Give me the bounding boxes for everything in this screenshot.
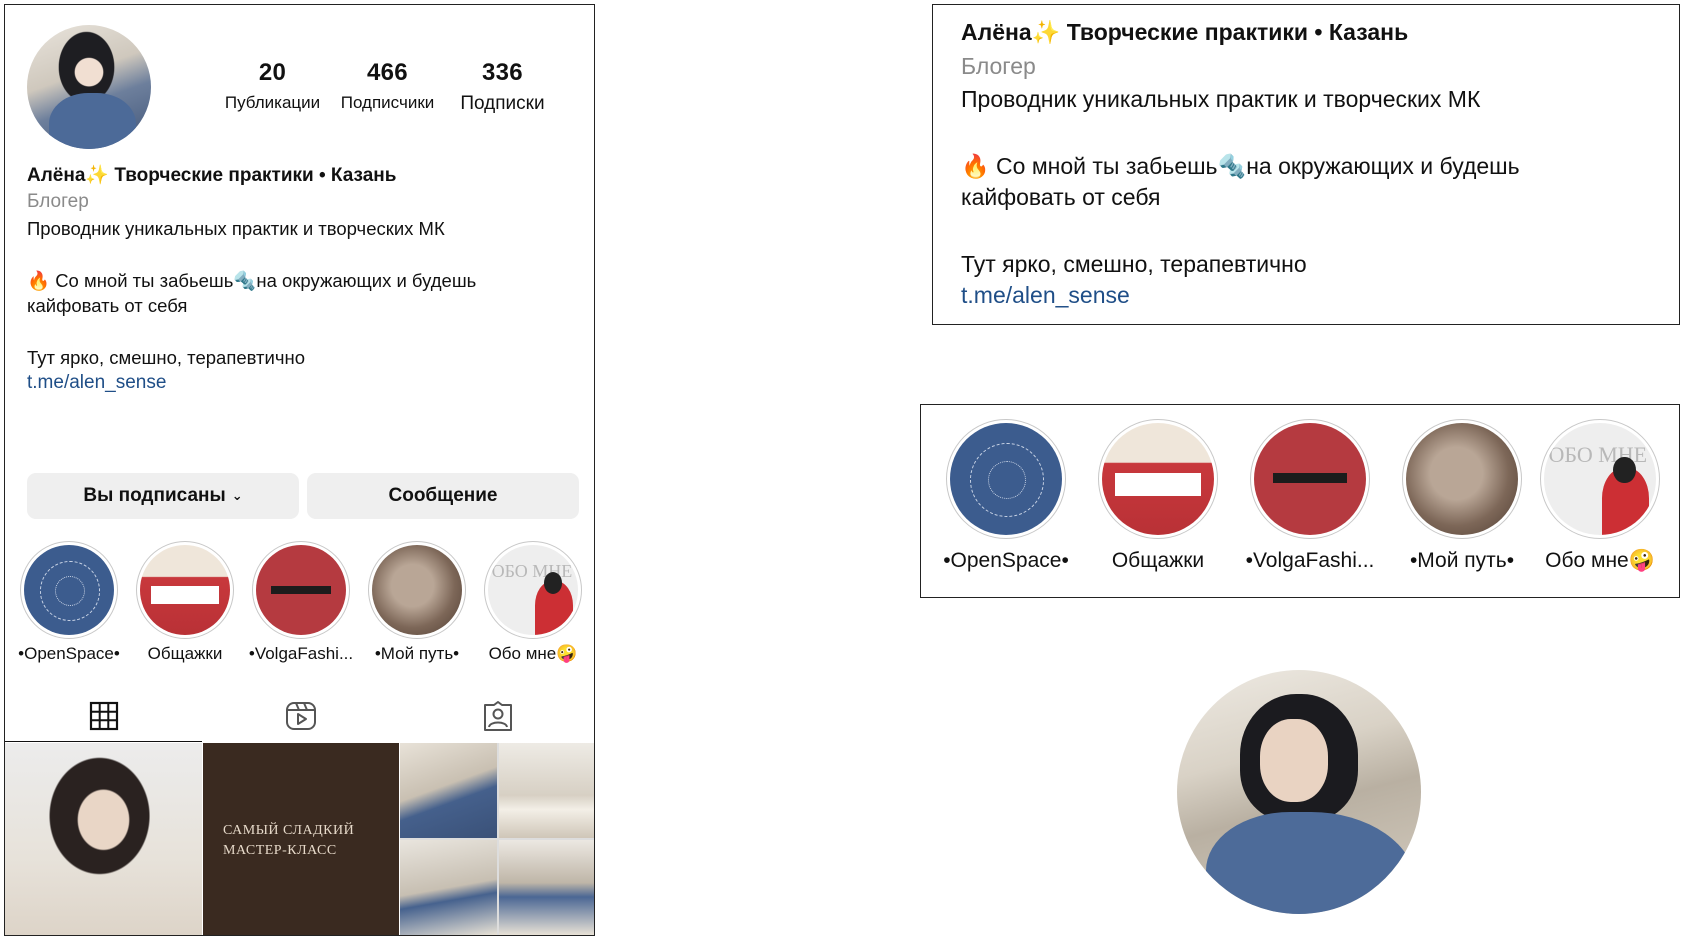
tab-tagged[interactable] bbox=[399, 691, 594, 741]
post-text-line2: МАСТЕР-КЛАСС bbox=[223, 843, 337, 858]
moy-put-cover bbox=[372, 545, 462, 635]
stat-following-value: 336 bbox=[482, 59, 523, 86]
fire-icon: 🔥 bbox=[961, 153, 990, 179]
posts-grid: САМЫЙ СЛАДКИЙ МАСТЕР-КЛАСС bbox=[5, 743, 594, 935]
stat-posts[interactable]: 20 Публикации bbox=[215, 59, 330, 115]
sparkle-icon: ✨ bbox=[1031, 19, 1061, 45]
post-text[interactable]: САМЫЙ СЛАДКИЙ МАСТЕР-КЛАСС bbox=[203, 743, 399, 935]
highlight-label: Общажки bbox=[1111, 549, 1205, 572]
obo-mne-cover: ОБО МНЕ bbox=[1544, 423, 1656, 535]
highlight-label: •VolgaFashi... bbox=[1245, 549, 1375, 572]
stat-followers-value: 466 bbox=[367, 59, 408, 86]
bio-line2: 🔥 Со мной ты забьешь🔩на окружающих и буд… bbox=[961, 151, 1661, 182]
zany-face-icon: 🤪 bbox=[1628, 549, 1655, 572]
highlight-label: •VolgaFashi... bbox=[248, 644, 354, 663]
post-text-content: САМЫЙ СЛАДКИЙ МАСТЕР-КЛАСС bbox=[223, 821, 354, 861]
name-part1: Алёна bbox=[27, 165, 86, 186]
highlight-volgafashion[interactable]: •VolgaFashi... bbox=[1235, 419, 1385, 573]
highlight-label: •OpenSpace• bbox=[18, 644, 120, 663]
bio-line1: Проводник уникальных практик и творчески… bbox=[27, 218, 445, 239]
grid-icon bbox=[89, 701, 118, 731]
highlight-label: Обо мне🤪 bbox=[1525, 549, 1675, 573]
reels-icon bbox=[285, 702, 316, 730]
highlight-openspace[interactable]: •OpenSpace• bbox=[931, 419, 1081, 573]
highlight-label: Общажки bbox=[147, 644, 223, 663]
bio-line2b: на окружающих и будешь bbox=[1246, 153, 1520, 179]
message-button[interactable]: Сообщение bbox=[307, 473, 579, 519]
profile-screen: 20 Публикации 466 Подписчики 336 Подписк… bbox=[4, 4, 595, 936]
profile-bio: Алёна✨ Творческие практики • Казань Блог… bbox=[27, 163, 572, 394]
following-label: Вы подписаны bbox=[83, 485, 226, 506]
profile-name: Алёна✨ Творческие практики • Казань bbox=[27, 163, 572, 187]
highlight-label-text: Обо мне bbox=[488, 644, 557, 663]
bio-line3: кайфовать от себя bbox=[961, 184, 1161, 210]
stat-posts-label: Публикации bbox=[224, 93, 321, 112]
profile-stats: 20 Публикации 466 Подписчики 336 Подписк… bbox=[215, 59, 560, 115]
bio-line2: 🔥 Со мной ты забьешь🔩на окружающих и буд… bbox=[27, 268, 572, 293]
highlight-obo-mne[interactable]: ОБО МНЕ Обо мне🤪 bbox=[1525, 419, 1675, 573]
highlight-label: Обо мне🤪 bbox=[475, 644, 591, 664]
profile-avatar[interactable] bbox=[27, 25, 151, 149]
highlight-label: •Мой путь• bbox=[1409, 549, 1515, 572]
volgafashion-cover bbox=[256, 545, 346, 635]
bio-line2a: Со мной ты забьешь bbox=[996, 153, 1218, 179]
profile-name: Алёна✨ Творческие практики • Казань bbox=[961, 19, 1661, 46]
obo-mne-cover: ОБО МНЕ bbox=[488, 545, 578, 635]
bio-line4: Тут ярко, смешно, терапевтично bbox=[961, 251, 1307, 277]
sparkle-icon: ✨ bbox=[85, 165, 110, 186]
bio-zoom-panel: Алёна✨ Творческие практики • Казань Блог… bbox=[932, 4, 1680, 325]
bio-line3: кайфовать от себя bbox=[27, 295, 188, 316]
highlights-zoom-panel: •OpenSpace• Общажки •VolgaFashi... •Мой … bbox=[920, 404, 1680, 598]
following-button[interactable]: Вы подписаны ⌄ bbox=[27, 473, 299, 519]
highlight-label: •Мой путь• bbox=[374, 644, 460, 663]
moy-put-cover bbox=[1406, 423, 1518, 535]
openspace-cover bbox=[24, 545, 114, 635]
highlights-row: •OpenSpace• Общажки •VolgaFashi... •Мой … bbox=[5, 541, 594, 664]
stat-posts-value: 20 bbox=[258, 59, 287, 86]
profile-avatar-large bbox=[1177, 670, 1421, 914]
zany-face-icon: 🤪 bbox=[556, 644, 578, 663]
stat-followers[interactable]: 466 Подписчики bbox=[330, 59, 445, 115]
name-part2: Творческие практики • Казань bbox=[1066, 19, 1409, 45]
highlight-obshazhki[interactable]: Общажки bbox=[127, 541, 243, 664]
highlight-obo-mne[interactable]: ОБО МНЕ Обо мне🤪 bbox=[475, 541, 591, 664]
bio-link[interactable]: t.me/alen_sense bbox=[961, 282, 1661, 309]
volgafashion-cover bbox=[1254, 423, 1366, 535]
highlight-volgafashion[interactable]: •VolgaFashi... bbox=[243, 541, 359, 664]
post-portrait[interactable] bbox=[5, 743, 202, 935]
tagged-icon bbox=[483, 701, 512, 731]
bolt-icon: 🔩 bbox=[233, 270, 257, 291]
highlight-label: •OpenSpace• bbox=[943, 549, 1069, 572]
highlight-moy-put[interactable]: •Мой путь• bbox=[1387, 419, 1537, 573]
openspace-cover bbox=[950, 423, 1062, 535]
profile-tabs bbox=[5, 691, 594, 742]
name-part2: Творческие практики • Казань bbox=[114, 165, 397, 186]
stat-following[interactable]: 336 Подписки bbox=[445, 59, 560, 115]
stat-following-label: Подписки bbox=[460, 93, 545, 114]
message-label: Сообщение bbox=[388, 485, 498, 506]
fire-icon: 🔥 bbox=[27, 270, 51, 291]
chevron-down-icon: ⌄ bbox=[231, 488, 243, 503]
name-part1: Алёна bbox=[961, 19, 1032, 45]
highlight-moy-put[interactable]: •Мой путь• bbox=[359, 541, 475, 664]
profile-category: Блогер bbox=[961, 53, 1036, 79]
highlight-label-text: Обо мне bbox=[1545, 549, 1629, 572]
bio-line2a: Со мной ты забьешь bbox=[55, 270, 234, 291]
obshazhki-cover bbox=[1102, 423, 1214, 535]
tab-reels[interactable] bbox=[202, 691, 399, 741]
post-collage[interactable] bbox=[400, 743, 594, 935]
highlight-openspace[interactable]: •OpenSpace• bbox=[11, 541, 127, 664]
obshazhki-cover bbox=[140, 545, 230, 635]
profile-category: Блогер bbox=[27, 191, 89, 212]
bio-line4: Тут ярко, смешно, терапевтично bbox=[27, 347, 305, 368]
bio-line2b: на окружающих и будешь bbox=[256, 270, 477, 291]
highlight-obshazhki[interactable]: Общажки bbox=[1083, 419, 1233, 573]
post-text-line1: САМЫЙ СЛАДКИЙ bbox=[223, 823, 355, 838]
tab-grid[interactable] bbox=[5, 691, 202, 742]
bio-line1: Проводник уникальных практик и творчески… bbox=[961, 86, 1481, 112]
stat-followers-label: Подписчики bbox=[340, 93, 435, 112]
bolt-icon: 🔩 bbox=[1217, 153, 1247, 179]
bio-link[interactable]: t.me/alen_sense bbox=[27, 372, 572, 394]
